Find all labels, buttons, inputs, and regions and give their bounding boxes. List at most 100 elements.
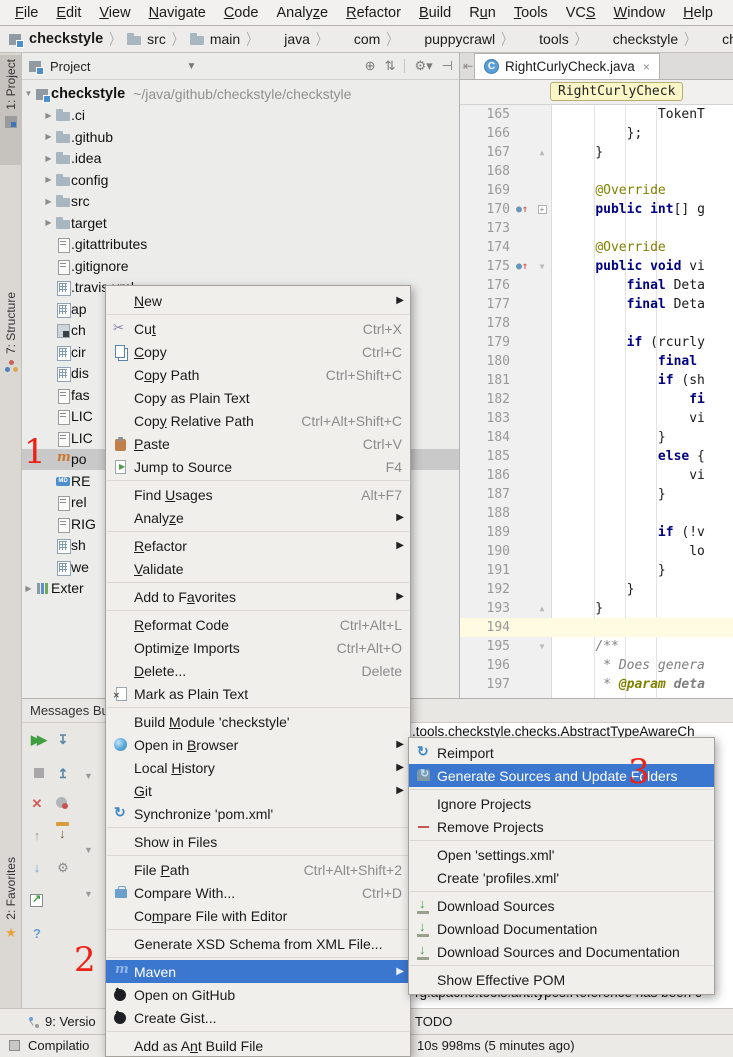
menu-item-compare-file-with-editor[interactable]: Compare File with Editor: [106, 904, 410, 927]
collapse-all-icon[interactable]: ↥: [54, 765, 72, 783]
maven-menu-item-create-profiles-xml[interactable]: Create 'profiles.xml': [409, 866, 714, 889]
help-icon[interactable]: ?: [28, 925, 46, 943]
menu-item-paste[interactable]: PasteCtrl+V: [106, 432, 410, 455]
breadcrumb-item-com[interactable]: com: [333, 31, 380, 47]
maven-menu-item-ignore-projects[interactable]: Ignore Projects: [409, 792, 714, 815]
menu-item-file-path[interactable]: File PathCtrl+Alt+Shift+2: [106, 858, 410, 881]
menu-item-mark-as-plain-text[interactable]: Mark as Plain Text: [106, 682, 410, 705]
tree-expand-arrow-icon[interactable]: ▶: [42, 175, 55, 184]
menu-item-analyze[interactable]: Analyze▶: [106, 506, 410, 529]
maven-menu-item-download-sources-and-documentation[interactable]: Download Sources and Documentation: [409, 940, 714, 963]
tree-expand-arrow-icon[interactable]: ▶: [22, 584, 35, 593]
menu-item-generate-xsd-schema-from-xml-file[interactable]: Generate XSD Schema from XML File...: [106, 932, 410, 955]
output-fold-icon[interactable]: ▼: [84, 845, 93, 855]
override-marker-icon[interactable]: ●↑: [510, 257, 534, 276]
fold-marker-icon[interactable]: ▼: [534, 257, 550, 276]
menubar-item-code[interactable]: Code: [215, 3, 268, 23]
tree-expand-arrow-icon[interactable]: ▶: [42, 218, 55, 227]
menu-item-build-module-checkstyle[interactable]: Build Module 'checkstyle': [106, 710, 410, 733]
project-view-dropdown-icon[interactable]: ▼: [186, 61, 196, 72]
tree-item-target[interactable]: ▶target: [22, 212, 459, 234]
tree-item-config[interactable]: ▶config: [22, 169, 459, 191]
tree-item-gitattributes[interactable]: .gitattributes: [22, 234, 459, 256]
menubar-item-build[interactable]: Build: [410, 3, 460, 23]
menubar-item-vcs[interactable]: VCS: [557, 3, 605, 23]
menubar-item-help[interactable]: Help: [674, 3, 722, 23]
menu-item-copy-relative-path[interactable]: Copy Relative PathCtrl+Alt+Shift+C: [106, 409, 410, 432]
menu-item-validate[interactable]: Validate: [106, 557, 410, 580]
tree-expand-arrow-icon[interactable]: ▼: [22, 89, 35, 98]
hide-panel-icon[interactable]: ⊣: [442, 58, 453, 74]
menu-item-git[interactable]: Git▶: [106, 779, 410, 802]
tab-scroll-icon[interactable]: ⇤: [463, 59, 473, 73]
tree-item-gitignore[interactable]: .gitignore: [22, 255, 459, 277]
next-message-icon[interactable]: ↓: [28, 859, 46, 877]
output-fold-icon[interactable]: ▼: [84, 889, 93, 899]
override-marker-icon[interactable]: ●↑: [510, 200, 534, 219]
breadcrumb-item-puppycrawl[interactable]: puppycrawl: [403, 31, 495, 47]
tree-item-ci[interactable]: ▶.ci: [22, 105, 459, 127]
tree-item-checkstyle[interactable]: ▼checkstyle~/java/github/checkstyle/chec…: [22, 83, 459, 105]
fold-marker-icon[interactable]: ▼: [534, 637, 550, 656]
maven-menu-item-download-documentation[interactable]: Download Documentation: [409, 917, 714, 940]
menubar-item-edit[interactable]: Edit: [47, 3, 90, 23]
menu-item-add-as-ant-build-file[interactable]: Add as Ant Build File: [106, 1034, 410, 1057]
code-area[interactable]: 165 TokenT166 };167▲ }168169 @Override17…: [460, 105, 733, 705]
menu-item-find-usages[interactable]: Find UsagesAlt+F7: [106, 483, 410, 506]
tool-tab-project[interactable]: 1: Project: [0, 55, 22, 165]
menu-item-copy-as-plain-text[interactable]: Copy as Plain Text: [106, 386, 410, 409]
tree-expand-arrow-icon[interactable]: ▶: [42, 111, 55, 120]
menu-item-synchronize-pom-xml[interactable]: Synchronize 'pom.xml': [106, 802, 410, 825]
version-control-button[interactable]: 9: Versio: [28, 1014, 96, 1029]
menubar-item-navigate[interactable]: Navigate: [140, 3, 215, 23]
maven-menu-item-generate-sources-and-update-folders[interactable]: Generate Sources and Update Folders: [409, 764, 714, 787]
breadcrumb-item-java[interactable]: java: [263, 31, 310, 47]
menu-item-copy[interactable]: CopyCtrl+C: [106, 340, 410, 363]
menu-item-maven[interactable]: Maven▶: [106, 960, 410, 983]
rerun-icon[interactable]: ▶▶: [28, 731, 46, 749]
tree-item-github[interactable]: ▶.github: [22, 126, 459, 148]
collapse-all-icon[interactable]: ⇅: [385, 58, 396, 74]
menu-item-open-on-github[interactable]: Open on GitHub: [106, 983, 410, 1006]
menubar-item-tools[interactable]: Tools: [505, 3, 557, 23]
maven-menu-item-remove-projects[interactable]: Remove Projects: [409, 815, 714, 838]
menu-item-new[interactable]: New▶: [106, 289, 410, 312]
gear-icon[interactable]: ⚙▾: [414, 58, 432, 74]
tool-tab-favorites[interactable]: 2: Favorites ★: [0, 853, 22, 993]
locate-file-icon[interactable]: ⊕: [365, 58, 376, 74]
breadcrumb-item-main[interactable]: main: [189, 31, 240, 47]
tree-expand-arrow-icon[interactable]: ▶: [42, 132, 55, 141]
menu-item-add-to-favorites[interactable]: Add to Favorites▶: [106, 585, 410, 608]
menu-item-local-history[interactable]: Local History▶: [106, 756, 410, 779]
tree-expand-arrow-icon[interactable]: ▶: [42, 197, 55, 206]
maven-menu-item-download-sources[interactable]: Download Sources: [409, 894, 714, 917]
output-fold-icon[interactable]: ▼: [84, 771, 93, 781]
menu-item-delete[interactable]: Delete...Delete: [106, 659, 410, 682]
menubar-item-analyze[interactable]: Analyze: [268, 3, 338, 23]
menu-item-reformat-code[interactable]: Reformat CodeCtrl+Alt+L: [106, 613, 410, 636]
editor-breadcrumb-pill[interactable]: RightCurlyCheck: [550, 82, 683, 101]
todo-button[interactable]: TODO: [415, 1014, 452, 1029]
menubar-item-run[interactable]: Run: [460, 3, 505, 23]
menu-item-compare-with[interactable]: Compare With...Ctrl+D: [106, 881, 410, 904]
menu-item-create-gist[interactable]: Create Gist...: [106, 1006, 410, 1029]
editor-tab[interactable]: C RightCurlyCheck.java ×: [474, 53, 660, 79]
menubar-item-refactor[interactable]: Refactor: [337, 3, 410, 23]
stop-icon[interactable]: [30, 765, 48, 783]
breadcrumb-item-checkstyle[interactable]: checkstyle: [8, 31, 103, 47]
tool-tab-structure[interactable]: 7: Structure: [0, 288, 22, 406]
menu-item-optimize-imports[interactable]: Optimize ImportsCtrl+Alt+O: [106, 636, 410, 659]
menu-item-copy-path[interactable]: Copy PathCtrl+Shift+C: [106, 363, 410, 386]
menu-item-cut[interactable]: CutCtrl+X: [106, 317, 410, 340]
fold-marker-icon[interactable]: ▲: [534, 599, 550, 618]
maven-menu-item-show-effective-pom[interactable]: Show Effective POM: [409, 968, 714, 991]
menu-item-refactor[interactable]: Refactor▶: [106, 534, 410, 557]
breadcrumb-item-src[interactable]: src: [126, 31, 166, 47]
maven-menu-item-reimport[interactable]: Reimport: [409, 741, 714, 764]
tree-item-src[interactable]: ▶src: [22, 191, 459, 213]
menubar-item-file[interactable]: File: [6, 3, 47, 23]
close-tab-icon[interactable]: ×: [643, 60, 650, 74]
breadcrumb-item-tools[interactable]: tools: [518, 31, 569, 47]
maven-menu-item-open-settings-xml[interactable]: Open 'settings.xml': [409, 843, 714, 866]
settings-wrench-icon[interactable]: [54, 859, 72, 877]
